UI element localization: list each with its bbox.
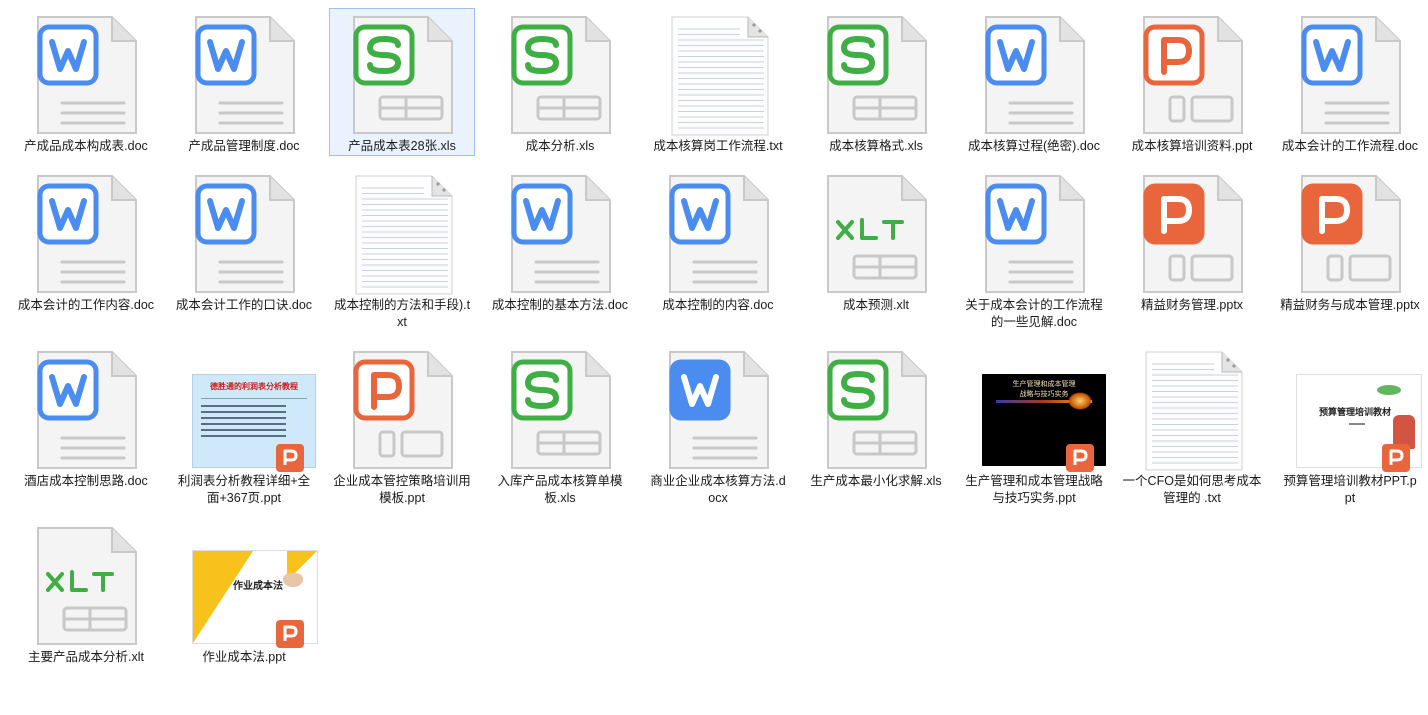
file-item[interactable]: 入库产品成本核算单模板.xls — [487, 343, 633, 508]
file-item[interactable]: 生产成本最小化求解.xls — [803, 343, 949, 491]
file-item[interactable]: 成本预测.xlt — [803, 167, 949, 315]
file-item[interactable]: 成本会计的工作内容.doc — [13, 167, 159, 315]
xlt-file-icon — [804, 168, 950, 298]
xlt-file-icon — [14, 520, 160, 650]
thumbnail-title: 作业成本法 — [233, 581, 283, 592]
doc-file-icon — [646, 168, 792, 298]
ppt-file-icon — [330, 344, 476, 474]
file-name: 精益财务管理.pptx — [1140, 298, 1244, 312]
doc-file-icon — [962, 168, 1108, 298]
doc-file-icon — [14, 9, 160, 139]
ppt-file-thumbnail-icon: 德胜通的利润表分析教程 — [172, 344, 318, 474]
file-name: 成本分析.xls — [525, 139, 595, 153]
file-item[interactable]: 成本控制的方法和手段).txt — [329, 167, 475, 332]
pptx-file-icon — [1120, 168, 1266, 298]
file-item[interactable]: 成本控制的内容.doc — [645, 167, 791, 315]
doc-file-icon — [14, 168, 160, 298]
file-item[interactable]: 预算管理培训教材 预算管理培训教材PPT.ppt — [1277, 343, 1423, 508]
file-item[interactable]: 商业企业成本核算方法.docx — [645, 343, 791, 508]
file-name: 精益财务与成本管理.pptx — [1280, 298, 1420, 312]
file-item[interactable]: 成本会计的工作流程.doc — [1277, 8, 1423, 156]
ppt-file-thumbnail-icon: 生产管理和成本管理 战略与技巧实务 — [962, 344, 1108, 474]
file-name: 企业成本管控策略培训用模板.ppt — [333, 474, 471, 505]
xls-file-icon — [804, 344, 950, 474]
file-item[interactable]: 产品成本表28张.xls — [329, 8, 475, 156]
file-item[interactable]: 成本分析.xls — [487, 8, 633, 156]
file-item[interactable]: 产成品管理制度.doc — [171, 8, 317, 156]
file-item[interactable]: 关于成本会计的工作流程的一些见解.doc — [961, 167, 1107, 332]
file-name: 成本控制的方法和手段).txt — [333, 298, 471, 329]
doc-file-icon — [172, 168, 318, 298]
pptx-file-icon — [1278, 168, 1424, 298]
ppt-badge-icon — [1382, 444, 1410, 472]
doc-file-icon — [962, 9, 1108, 139]
file-item[interactable]: 成本核算岗工作流程.txt — [645, 8, 791, 156]
file-name: 成本会计的工作流程.doc — [1281, 139, 1419, 153]
file-item[interactable]: 成本核算格式.xls — [803, 8, 949, 156]
file-name: 作业成本法.ppt — [202, 650, 286, 664]
file-item[interactable]: 主要产品成本分析.xlt — [13, 519, 159, 667]
ppt-badge-icon — [276, 620, 304, 648]
file-item[interactable]: 德胜通的利润表分析教程 利润表分析教程详细+全面+367页.ppt — [171, 343, 317, 508]
ppt-badge-icon — [1066, 444, 1094, 472]
docx-file-icon — [646, 344, 792, 474]
ppt-badge-icon — [276, 444, 304, 472]
file-item[interactable]: 精益财务与成本管理.pptx — [1277, 167, 1423, 315]
file-name: 成本控制的基本方法.doc — [491, 298, 629, 312]
txt-file-icon — [646, 9, 792, 139]
file-name: 成本核算格式.xls — [829, 139, 923, 153]
file-name: 产成品管理制度.doc — [188, 139, 300, 153]
thumbnail-title: 预算管理培训教材 — [1319, 407, 1392, 417]
file-name: 酒店成本控制思路.doc — [24, 474, 148, 488]
file-item[interactable]: 成本核算培训资料.ppt — [1119, 8, 1265, 156]
file-name: 入库产品成本核算单模板.xls — [497, 474, 623, 505]
file-item[interactable]: 生产管理和成本管理 战略与技巧实务 生产管理和成本管理战略与技巧实务.ppt — [961, 343, 1107, 508]
xls-file-icon — [804, 9, 950, 139]
xls-file-icon — [330, 9, 476, 139]
file-name: 成本核算过程(绝密).doc — [968, 139, 1100, 153]
file-name: 成本控制的内容.doc — [662, 298, 774, 312]
file-item[interactable]: 作业成本法 作业成本法.ppt — [171, 519, 318, 667]
file-name: 一个CFO是如何思考成本管理的 .txt — [1122, 474, 1262, 505]
file-item[interactable]: 成本核算过程(绝密).doc — [961, 8, 1107, 156]
thumbnail-title: 德胜通的利润表分析教程 — [210, 382, 298, 391]
file-name: 利润表分析教程详细+全面+367页.ppt — [177, 474, 311, 505]
file-item[interactable]: 酒店成本控制思路.doc — [13, 343, 159, 491]
xls-file-icon — [488, 344, 634, 474]
ppt-file-thumbnail-icon: 预算管理培训教材 — [1278, 344, 1424, 474]
thumbnail-title: 生产管理和成本管理 — [1012, 381, 1076, 388]
file-name: 关于成本会计的工作流程的一些见解.doc — [965, 298, 1103, 329]
file-name: 产成品成本构成表.doc — [24, 139, 148, 153]
txt-file-icon — [330, 168, 476, 298]
file-name: 成本预测.xlt — [843, 298, 909, 312]
doc-file-icon — [488, 168, 634, 298]
ppt-file-thumbnail-icon: 作业成本法 — [172, 520, 318, 650]
file-item[interactable]: 精益财务管理.pptx — [1119, 167, 1265, 315]
file-name: 成本会计工作的口诀.doc — [175, 298, 313, 312]
file-item[interactable]: 产成品成本构成表.doc — [13, 8, 159, 156]
file-name: 主要产品成本分析.xlt — [28, 650, 144, 664]
file-name: 成本会计的工作内容.doc — [17, 298, 155, 312]
file-name: 生产管理和成本管理战略与技巧实务.ppt — [965, 474, 1103, 505]
file-name: 商业企业成本核算方法.docx — [650, 474, 786, 505]
file-name: 产品成本表28张.xls — [348, 139, 456, 153]
ppt-file-icon — [1120, 9, 1266, 139]
file-item[interactable]: 一个CFO是如何思考成本管理的 .txt — [1119, 343, 1265, 508]
file-name: 成本核算岗工作流程.txt — [653, 139, 783, 153]
xls-file-icon — [488, 9, 634, 139]
file-name: 预算管理培训教材PPT.ppt — [1283, 474, 1417, 505]
file-item[interactable]: 成本会计工作的口诀.doc — [171, 167, 317, 315]
file-name: 生产成本最小化求解.xls — [810, 474, 942, 488]
doc-file-icon — [1278, 9, 1424, 139]
file-item[interactable]: 成本控制的基本方法.doc — [487, 167, 633, 315]
doc-file-icon — [14, 344, 160, 474]
doc-file-icon — [172, 9, 318, 139]
file-item[interactable]: 企业成本管控策略培训用模板.ppt — [329, 343, 475, 508]
file-name: 成本核算培训资料.ppt — [1131, 139, 1253, 153]
txt-file-icon — [1120, 344, 1266, 474]
file-grid: 产成品成本构成表.doc 产成品管理制度.doc 产品成本表28张.xls 成本… — [0, 0, 1428, 715]
